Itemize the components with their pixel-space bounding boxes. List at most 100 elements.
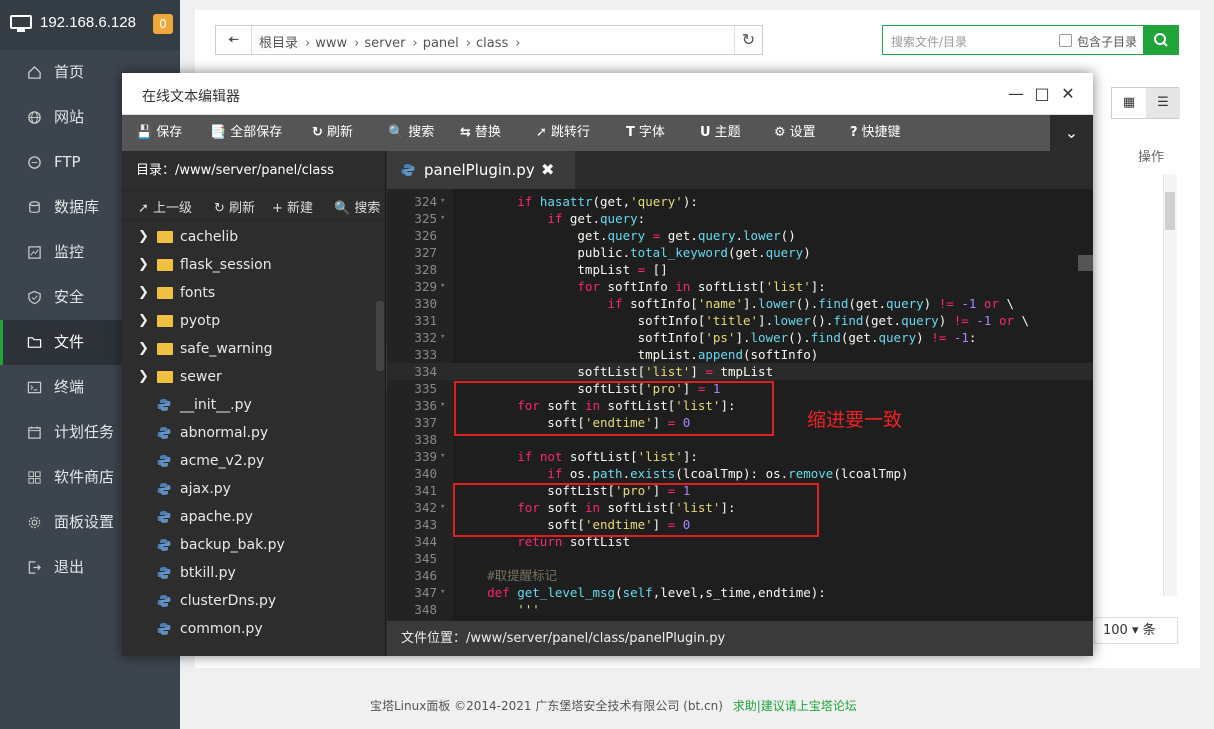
breadcrumb-item[interactable]: 根目录 bbox=[259, 36, 298, 51]
tree-file[interactable]: common.py bbox=[122, 615, 374, 643]
tree-tool-label: 刷新 bbox=[229, 201, 256, 216]
toolbar-button-1[interactable]: 📑 全部保存 bbox=[210, 115, 282, 151]
file-list-scroll-thumb[interactable] bbox=[1165, 192, 1175, 230]
tree-file[interactable]: acme_v2.py bbox=[122, 447, 374, 475]
home-icon bbox=[28, 65, 41, 79]
calendar-icon bbox=[28, 426, 41, 439]
footer-forum-link[interactable]: 求助|建议请上宝塔论坛 bbox=[733, 699, 857, 713]
fold-arrow-icon[interactable]: ▾ bbox=[440, 448, 445, 465]
back-arrow-icon[interactable]: 🠄 bbox=[216, 26, 252, 54]
file-tree-panel: 目录：/www/server/panel/class ➚ 上一级 ↻ 刷新 + 新建… bbox=[122, 151, 386, 656]
toolbar-button-8[interactable]: ⚙ 设置 bbox=[774, 115, 816, 151]
code-line: 337 soft['endtime'] = 0 bbox=[387, 414, 1093, 431]
minimize-icon[interactable]: — bbox=[1006, 84, 1026, 104]
line-number: 341 bbox=[414, 483, 437, 498]
search-button[interactable] bbox=[1143, 25, 1179, 55]
tree-file[interactable]: backup_bak.py bbox=[122, 531, 374, 559]
toolbar-button-4[interactable]: ⇆ 替换 bbox=[460, 115, 501, 151]
code-line: 327 public.total_keyword(get.query) bbox=[387, 244, 1093, 261]
code-line: 326 get.query = get.query.lower() bbox=[387, 227, 1093, 244]
maximize-icon[interactable]: □ bbox=[1032, 84, 1052, 104]
theme-icon: U bbox=[700, 125, 711, 140]
fold-arrow-icon[interactable]: ▾ bbox=[440, 193, 445, 210]
list-view-icon[interactable]: ☰ bbox=[1146, 88, 1180, 118]
tree-file[interactable]: clusterDns.py bbox=[122, 587, 374, 615]
toolbar-button-0[interactable]: 💾 保存 bbox=[136, 115, 182, 151]
fold-arrow-icon[interactable]: ▾ bbox=[440, 584, 445, 601]
tree-scrollbar[interactable] bbox=[376, 301, 384, 371]
fold-arrow-icon[interactable]: ▾ bbox=[440, 278, 445, 295]
tree-folder[interactable]: ❯ safe_warning bbox=[122, 335, 374, 363]
toolbar-button-3[interactable]: 🔍 搜索 bbox=[388, 115, 434, 151]
tree-tool-0[interactable]: ➚ 上一级 bbox=[138, 197, 192, 216]
code-line: 343 soft['endtime'] = 0 bbox=[387, 516, 1093, 533]
tree-tool-3[interactable]: 🔍 搜索 bbox=[334, 197, 380, 216]
close-icon[interactable]: ✕ bbox=[1058, 84, 1078, 104]
refresh-icon[interactable]: ↻ bbox=[734, 26, 762, 54]
tree-tool-1[interactable]: ↻ 刷新 bbox=[214, 197, 255, 216]
toolbar-button-6[interactable]: T 字体 bbox=[626, 115, 665, 151]
tree-file[interactable]: abnormal.py bbox=[122, 419, 374, 447]
toolbar-button-2[interactable]: ↻ 刷新 bbox=[312, 115, 353, 151]
tree-file-name: common.py bbox=[180, 621, 263, 637]
tree-folder[interactable]: ❯ pyotp bbox=[122, 307, 374, 335]
fold-arrow-icon[interactable]: ▾ bbox=[440, 397, 445, 414]
tree-tool-2[interactable]: + 新建 bbox=[272, 197, 313, 216]
notification-badge[interactable]: 0 bbox=[153, 14, 173, 34]
code-line: 339 ▾ if not softList['list']: bbox=[387, 448, 1093, 465]
close-tab-icon[interactable]: ✖ bbox=[541, 151, 554, 189]
fold-arrow-icon[interactable]: ▾ bbox=[440, 210, 445, 227]
footer: 宝塔Linux面板 ©2014-2021 广东堡塔安全技术有限公司 (bt.cn… bbox=[370, 697, 857, 714]
tree-file[interactable]: apache.py bbox=[122, 503, 374, 531]
breadcrumb-separator-icon: › bbox=[515, 36, 521, 51]
grid-view-icon[interactable]: ▦ bbox=[1112, 88, 1146, 118]
line-number: 348 bbox=[414, 602, 437, 617]
tree-folder[interactable]: ❯ cachelib bbox=[122, 223, 374, 251]
chevron-right-icon[interactable]: ❯ bbox=[138, 335, 149, 363]
breadcrumb-item[interactable]: class bbox=[476, 36, 508, 51]
line-number: 345 bbox=[414, 551, 437, 566]
code-editor[interactable]: 324 ▾ if hasattr(get,'query'): 325 ▾ if get… bbox=[387, 189, 1093, 621]
code-text: softList['pro'] = 1 bbox=[457, 381, 721, 396]
chevron-right-icon[interactable]: ❯ bbox=[138, 251, 149, 279]
tree-file[interactable]: ajax.py bbox=[122, 475, 374, 503]
chevron-down-icon[interactable]: ⌄ bbox=[1050, 115, 1093, 151]
tree-folder[interactable]: ❯ flask_session bbox=[122, 251, 374, 279]
file-search-input[interactable]: 搜索文件/目录 包含子目录 bbox=[882, 25, 1144, 55]
tree-file-name: clusterDns.py bbox=[180, 593, 277, 609]
tree-file[interactable]: btkill.py bbox=[122, 559, 374, 587]
toolbar-button-5[interactable]: ➚ 跳转行 bbox=[536, 115, 590, 151]
code-line: 329 ▾ for softInfo in softList['list']: bbox=[387, 278, 1093, 295]
fold-arrow-icon[interactable]: ▾ bbox=[440, 499, 445, 516]
toolbar-button-9[interactable]: ? 快捷键 bbox=[850, 115, 901, 151]
folder-icon bbox=[157, 371, 173, 383]
breadcrumb-item[interactable]: www bbox=[315, 36, 347, 51]
tree-folder[interactable]: ❯ sewer bbox=[122, 363, 374, 391]
code-line: 342 ▾ for soft in softList['list']: bbox=[387, 499, 1093, 516]
line-number: 332 bbox=[414, 330, 437, 345]
toolbar-label: 主题 bbox=[714, 125, 741, 140]
breadcrumb-item[interactable]: panel bbox=[423, 36, 459, 51]
toolbar-button-7[interactable]: U 主题 bbox=[700, 115, 741, 151]
logout-icon bbox=[28, 561, 41, 574]
python-file-icon bbox=[157, 539, 171, 551]
fold-arrow-icon[interactable]: ▾ bbox=[440, 329, 445, 346]
tree-file[interactable]: __init__.py bbox=[122, 391, 374, 419]
chevron-right-icon[interactable]: ❯ bbox=[138, 279, 149, 307]
python-file-icon bbox=[157, 427, 171, 439]
tab-panelplugin[interactable]: panelPlugin.py ✖ bbox=[387, 151, 575, 189]
annotation-note: 缩进要一致 bbox=[807, 409, 903, 431]
code-line: 333 tmpList.append(softInfo) bbox=[387, 346, 1093, 363]
code-text: softList['list'] = tmpList bbox=[457, 364, 774, 379]
python-file-icon bbox=[157, 455, 171, 467]
page-size-select[interactable]: 100 ▾ 条 bbox=[1094, 617, 1178, 644]
path-bar[interactable]: 🠄 根目录 › www › server › panel › class › ↻ bbox=[215, 25, 763, 55]
chevron-right-icon[interactable]: ❯ bbox=[138, 363, 149, 391]
chevron-right-icon[interactable]: ❯ bbox=[138, 223, 149, 251]
chevron-right-icon[interactable]: ❯ bbox=[138, 307, 149, 335]
tab-label: panelPlugin.py bbox=[424, 161, 535, 179]
breadcrumb-item[interactable]: server bbox=[364, 36, 405, 51]
tree-folder[interactable]: ❯ fonts bbox=[122, 279, 374, 307]
include-subdir-checkbox[interactable] bbox=[1059, 34, 1072, 47]
file-list-scrollbar[interactable] bbox=[1163, 174, 1177, 596]
